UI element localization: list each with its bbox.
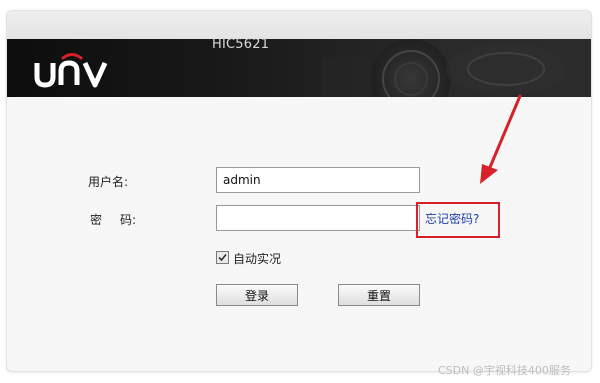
username-input[interactable]	[216, 167, 420, 193]
highlight-box	[416, 202, 500, 238]
model-name: HIC5621	[212, 37, 270, 52]
login-button[interactable]: 登录	[216, 284, 298, 306]
red-arrow-annotation	[480, 94, 522, 184]
panel-top-strip	[7, 11, 591, 39]
unv-logo	[34, 53, 108, 88]
camera-lens-graphic	[321, 39, 566, 97]
auto-live-checkbox[interactable]	[216, 251, 229, 264]
password-label-part-2: 码:	[120, 213, 137, 227]
password-label: 密 码:	[90, 211, 136, 228]
password-input[interactable]	[216, 205, 420, 231]
watermark: CSDN @宇视科技400服务	[438, 364, 571, 377]
username-label: 用户名:	[88, 175, 129, 189]
reset-button[interactable]: 重置	[338, 284, 420, 306]
page: HIC5621 用户名: 密码: 忘记密码? 自动实况 登录 重置 CSDN @…	[0, 0, 600, 383]
check-icon	[218, 253, 227, 262]
header-banner	[7, 39, 591, 97]
password-label-part-1: 密	[90, 213, 103, 227]
auto-live-label: 自动实况	[233, 252, 282, 266]
